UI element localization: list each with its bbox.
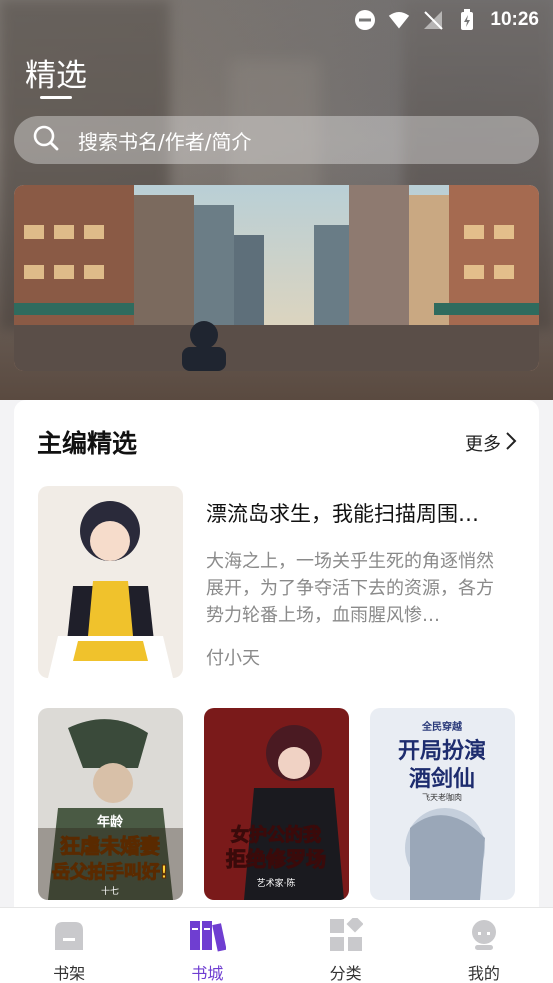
status-bar: 10:26	[0, 0, 553, 40]
featured-book-author: 付小天	[206, 648, 260, 669]
more-link[interactable]: 更多	[465, 430, 517, 456]
do-not-disturb-icon	[354, 9, 376, 31]
tab-categories[interactable]: 分类	[277, 908, 415, 983]
book-cover[interactable]: 女护公的我 拒绝修罗场 艺术家·陈	[204, 708, 349, 900]
svg-text:酒剑仙: 酒剑仙	[409, 766, 475, 792]
title-underline	[40, 96, 72, 99]
search-icon	[32, 124, 60, 156]
banner-image[interactable]	[14, 185, 539, 371]
tab-bookshelf[interactable]: 书架	[0, 908, 138, 983]
book-cover-row: 年龄 狂虐未婚妻 岳父拍手叫好! 十七 女护公的我 拒绝修罗场 艺术家·陈 全民…	[38, 708, 515, 900]
more-label: 更多	[465, 434, 501, 455]
section-title: 主编精选	[37, 429, 138, 458]
tab-profile[interactable]: 我的	[415, 908, 553, 983]
bookstore-icon	[188, 918, 227, 956]
profile-icon	[467, 918, 501, 956]
svg-text:狂虐未婚妻: 狂虐未婚妻	[60, 834, 160, 858]
svg-text:十七: 十七	[101, 885, 119, 897]
no-signal-icon	[422, 9, 444, 31]
svg-text:艺术家·陈: 艺术家·陈	[257, 877, 296, 889]
tab-label-bookstore: 书城	[191, 964, 224, 983]
svg-text:岳父拍手叫好!: 岳父拍手叫好!	[52, 861, 168, 883]
cover-text: 年龄	[97, 814, 124, 830]
svg-text:飞天老咖肉: 飞天老咖肉	[422, 792, 462, 802]
chevron-right-icon	[505, 431, 517, 456]
tab-label-bookshelf: 书架	[53, 964, 86, 983]
featured-book-description: 大海之上，一场关乎生死的角逐悄然展开，为了争夺活下去的资源，各方势力轮番上场，血…	[206, 551, 494, 626]
bookshelf-icon	[51, 918, 87, 956]
battery-charging-icon	[456, 9, 478, 31]
page-title[interactable]: 精选	[25, 50, 87, 95]
wifi-icon	[388, 9, 410, 31]
tab-label-profile: 我的	[467, 964, 500, 983]
tab-bookstore[interactable]: 书城	[138, 908, 276, 983]
search-bar[interactable]: 搜索书名/作者/简介	[14, 116, 539, 164]
tab-label-categories: 分类	[329, 964, 362, 983]
featured-book-title[interactable]: 漂流岛求生，我能扫描周围…	[206, 498, 506, 528]
editors-picks-section: 主编精选 更多 漂流岛求生，我能扫描周围… 大海之上，一场关乎生死的角逐悄然展开…	[14, 400, 539, 920]
svg-text:全民穿越: 全民穿越	[421, 720, 463, 733]
book-cover[interactable]: 全民穿越 开局扮演 酒剑仙 飞天老咖肉	[370, 708, 515, 900]
bottom-tab-bar: 书架 书城 分类 我的	[0, 907, 553, 983]
search-placeholder: 搜索书名/作者/简介	[78, 129, 252, 154]
svg-text:女护公的我: 女护公的我	[231, 824, 321, 846]
categories-icon	[329, 915, 364, 956]
featured-book-cover[interactable]	[38, 486, 183, 678]
svg-text:拒绝修罗场: 拒绝修罗场	[226, 847, 326, 871]
status-time: 10:26	[490, 9, 539, 30]
svg-text:开局扮演: 开局扮演	[398, 738, 486, 764]
book-cover[interactable]: 年龄 狂虐未婚妻 岳父拍手叫好! 十七	[38, 708, 183, 900]
